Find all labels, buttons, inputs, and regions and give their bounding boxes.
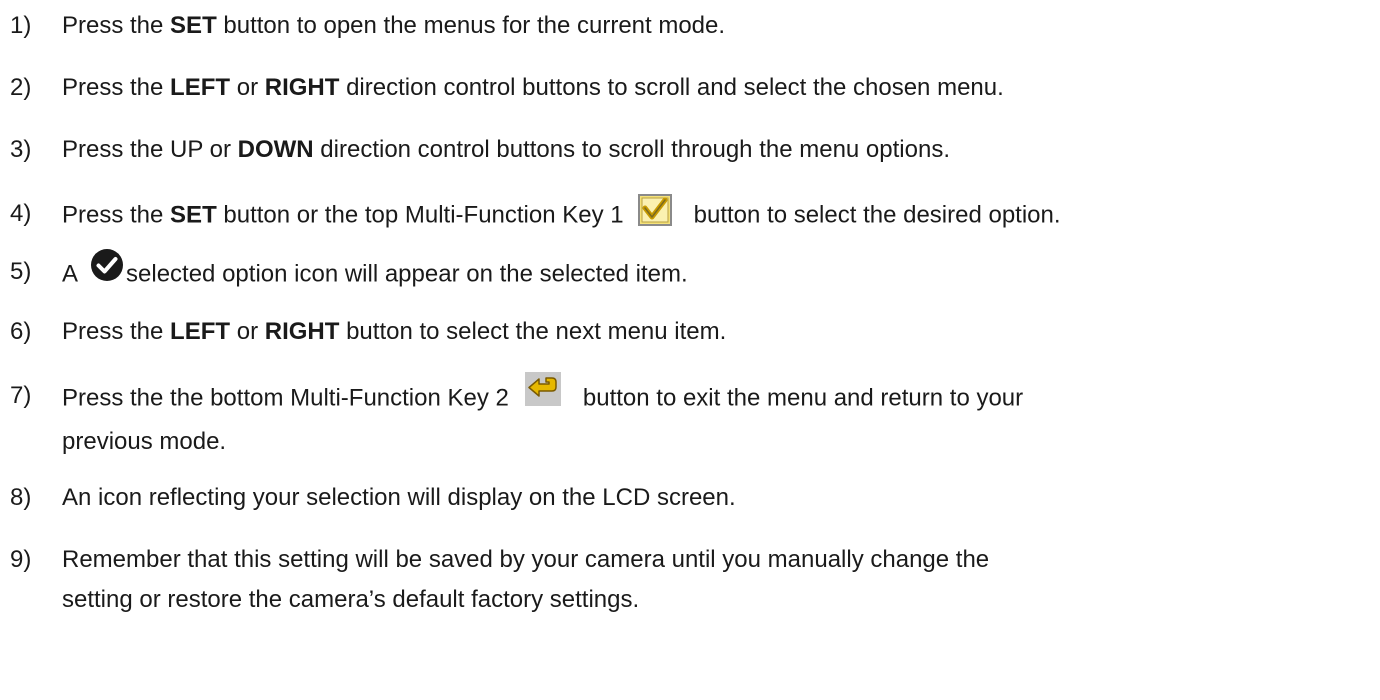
step-text: Press the LEFT or RIGHT direction contro… xyxy=(62,74,1004,101)
step-number: 1) xyxy=(10,12,32,39)
step-text: Press the LEFT or RIGHT button to select… xyxy=(62,318,727,345)
step-text: Remember that this setting will be saved… xyxy=(62,546,990,613)
right-keyword: RIGHT xyxy=(264,74,340,101)
step-text: Press the SET button to open the menus f… xyxy=(62,12,726,39)
selected-option-check-icon xyxy=(90,248,124,282)
step-text: Press the SET button or the top Multi-Fu… xyxy=(62,194,1061,232)
step-text: An icon reflecting your selection will d… xyxy=(62,484,736,511)
step-number: 5) xyxy=(10,258,32,285)
set-keyword: SET xyxy=(170,201,217,229)
return-arrow-icon xyxy=(524,372,561,406)
step-number: 4) xyxy=(10,200,32,227)
step-text: Press the UP or DOWN direction control b… xyxy=(62,136,950,163)
checkbox-check-icon xyxy=(637,194,672,226)
step-number: 3) xyxy=(10,136,32,163)
left-keyword: LEFT xyxy=(170,74,231,101)
set-keyword: SET xyxy=(170,12,217,39)
step-text: Aselected option icon will appear on the… xyxy=(62,249,688,292)
step-text: Press the the bottom Multi-Function Key … xyxy=(62,372,1023,456)
step-number: 9) xyxy=(10,546,32,573)
left-keyword: LEFT xyxy=(170,318,231,345)
step-number: 2) xyxy=(10,74,32,101)
down-keyword: DOWN xyxy=(237,136,314,163)
step-number: 8) xyxy=(10,484,32,511)
right-keyword: RIGHT xyxy=(264,318,340,345)
step-number: 6) xyxy=(10,318,32,345)
step-number: 7) xyxy=(10,382,32,409)
